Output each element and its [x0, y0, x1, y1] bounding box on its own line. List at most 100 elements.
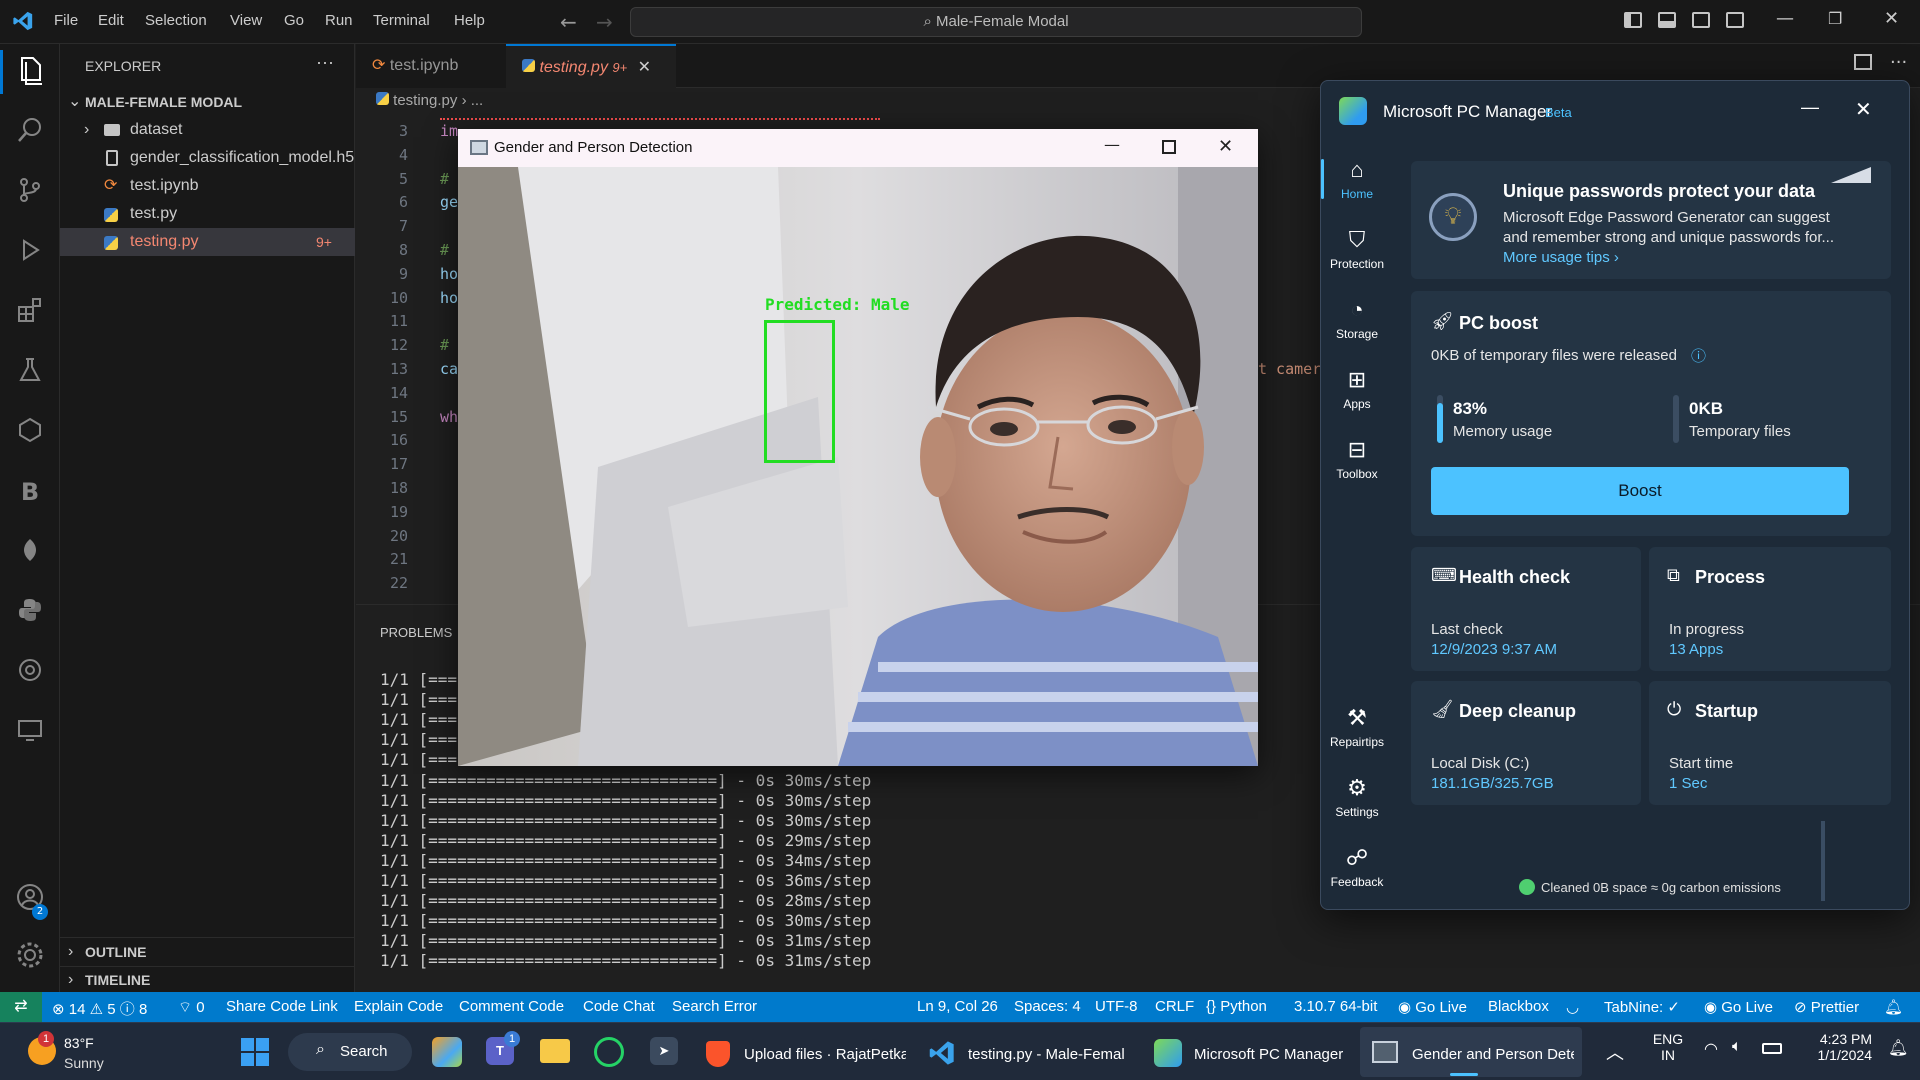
breadcrumb[interactable]: testing.py › ...	[376, 92, 483, 109]
run-debug-icon[interactable]	[14, 236, 46, 268]
nav-protection[interactable]: ⛉ Protection	[1321, 227, 1393, 271]
tip-link[interactable]: More usage tips ›	[1503, 249, 1619, 266]
start-button[interactable]	[240, 1037, 270, 1067]
tab-test-ipynb[interactable]: ⟳ test.ipynb	[356, 44, 506, 88]
chatgpt-icon[interactable]	[14, 656, 46, 688]
wifi-icon[interactable]: ◠	[1704, 1039, 1718, 1059]
remote-explorer-icon[interactable]	[14, 416, 46, 448]
whatsapp-app-icon[interactable]	[594, 1037, 624, 1067]
comment-code[interactable]: Comment Code	[459, 998, 564, 1015]
workspace-folder[interactable]: ⌄ MALE-FEMALE MODAL	[60, 88, 355, 116]
share-code-link[interactable]: Share Code Link	[226, 998, 338, 1015]
remote-window-icon[interactable]	[14, 716, 46, 748]
copilot-app-icon[interactable]	[432, 1037, 462, 1067]
indentation[interactable]: Spaces: 4	[1014, 998, 1081, 1015]
tree-item-testing-py[interactable]: testing.py 9+	[60, 228, 355, 256]
notifications-bell-icon[interactable]: 🔔︎	[1884, 998, 1903, 1016]
blackbox-status[interactable]: Blackbox	[1488, 998, 1549, 1015]
tree-item-test-py[interactable]: test.py	[60, 200, 355, 228]
remote-indicator[interactable]: ⇄	[0, 992, 42, 1022]
close-icon[interactable]: ✕	[1884, 8, 1899, 29]
vscode-taskbar-item[interactable]: testing.py - Male-Femal	[920, 1027, 1140, 1077]
camera-window[interactable]: Gender and Person Detection — ✕ Predicte…	[458, 129, 1258, 766]
telegram-app-icon[interactable]: ➤	[650, 1037, 678, 1065]
menu-run[interactable]: Run	[325, 12, 353, 29]
notification-bell-icon[interactable]: 🔔︎	[1888, 1038, 1908, 1058]
line-endings[interactable]: CRLF	[1155, 998, 1194, 1015]
tab-close-icon[interactable]: ✕	[638, 59, 651, 76]
health-check-card[interactable]: ⌨ Health check Last check 12/9/2023 9:37…	[1411, 547, 1641, 671]
toggle-panel-icon[interactable]	[1658, 12, 1676, 28]
search-icon[interactable]	[14, 116, 46, 148]
customize-layout-icon[interactable]	[1726, 12, 1744, 28]
prettier-status[interactable]: ⊘ Prettier	[1794, 998, 1859, 1016]
python-icon[interactable]	[14, 596, 46, 628]
command-center[interactable]: ⌕ Male-Female Modal	[630, 7, 1362, 37]
sync-icon[interactable]: ◡	[1566, 998, 1579, 1016]
timeline-section[interactable]: › TIMELINE	[60, 966, 355, 994]
go-live-2[interactable]: ◉ Go Live	[1704, 998, 1773, 1016]
split-editor-icon[interactable]	[1854, 54, 1872, 70]
nav-settings[interactable]: ⚙ Settings	[1321, 775, 1393, 819]
deep-cleanup-card[interactable]: 🧹︎ Deep cleanup Local Disk (C:) 181.1GB/…	[1411, 681, 1641, 805]
tray-chevron-icon[interactable]: ︿	[1606, 1039, 1624, 1065]
startup-card[interactable]: ⏻ Startup Start time 1 Sec	[1649, 681, 1891, 805]
nav-home[interactable]: ⌂ Home	[1321, 157, 1393, 201]
encoding[interactable]: UTF-8	[1095, 998, 1138, 1015]
pc-manager-taskbar-item[interactable]: Microsoft PC Manager	[1146, 1027, 1354, 1077]
camera-window-titlebar[interactable]: Gender and Person Detection — ✕	[458, 129, 1258, 167]
menu-help[interactable]: Help	[454, 12, 485, 29]
problems-status[interactable]: ⊗ 14 ⚠ 5 ⓘ 8	[52, 998, 147, 1019]
settings-gear-icon[interactable]	[14, 940, 46, 972]
nav-repairtips[interactable]: ⚒ Repairtips	[1321, 705, 1393, 749]
back-arrow-icon[interactable]: ←	[560, 10, 577, 34]
tree-item-dataset[interactable]: › dataset	[60, 116, 355, 144]
file-explorer-app-icon[interactable]	[540, 1039, 570, 1063]
boost-button[interactable]: Boost	[1431, 467, 1849, 515]
pc-manager-window[interactable]: Microsoft PC Manager Beta — ✕ ⌂ Home ⛉ Pro…	[1320, 80, 1910, 910]
taskbar-search[interactable]: ⌕ Search	[288, 1033, 412, 1071]
menu-file[interactable]: File	[54, 12, 78, 29]
tabnine-status[interactable]: TabNine: ✓	[1604, 998, 1680, 1016]
menu-go[interactable]: Go	[284, 12, 304, 29]
go-live[interactable]: ◉ Go Live	[1398, 998, 1467, 1016]
language-indicator[interactable]: ENG IN	[1650, 1031, 1686, 1063]
menu-view[interactable]: View	[230, 12, 262, 29]
source-control-icon[interactable]	[14, 176, 46, 208]
weather-widget[interactable]: 1 83°F Sunny	[24, 1031, 144, 1075]
nav-storage[interactable]: ◔ Storage	[1321, 297, 1393, 341]
nav-feedback[interactable]: ☍ Feedback	[1321, 845, 1393, 889]
explain-code[interactable]: Explain Code	[354, 998, 443, 1015]
tab-problems[interactable]: PROBLEMS	[380, 625, 452, 640]
toggle-sidebar-icon[interactable]	[1624, 12, 1642, 28]
leaf-icon[interactable]	[14, 536, 46, 568]
menu-terminal[interactable]: Terminal	[373, 12, 430, 29]
clock[interactable]: 4:23 PM 1/1/2024	[1800, 1031, 1873, 1063]
minimize-icon[interactable]: —	[1801, 97, 1819, 118]
menu-selection[interactable]: Selection	[145, 12, 207, 29]
outline-section[interactable]: › OUTLINE	[60, 938, 355, 966]
explorer-more-button[interactable]: ···	[316, 52, 334, 73]
tab-testing-py[interactable]: testing.py 9+ ✕	[506, 44, 676, 88]
toggle-secondary-sidebar-icon[interactable]	[1692, 12, 1710, 28]
close-icon[interactable]: ✕	[1218, 136, 1233, 157]
explorer-icon[interactable]	[14, 56, 46, 88]
cursor-position[interactable]: Ln 9, Col 26	[917, 998, 998, 1015]
testing-flask-icon[interactable]	[14, 356, 46, 388]
language-mode[interactable]: {} Python	[1206, 998, 1267, 1015]
maximize-icon[interactable]	[1162, 140, 1176, 154]
blackbox-icon[interactable]: B	[14, 476, 46, 508]
forward-arrow-icon[interactable]: →	[596, 10, 613, 34]
editor-more-icon[interactable]: ···	[1890, 52, 1907, 73]
brave-taskbar-item[interactable]: Upload files · RajatPetka	[700, 1027, 910, 1077]
code-chat[interactable]: Code Chat	[583, 998, 655, 1015]
nav-toolbox[interactable]: ⊟ Toolbox	[1321, 437, 1393, 481]
restore-icon[interactable]: ❐	[1828, 9, 1842, 28]
ports-status[interactable]: ⌔ 0	[178, 998, 205, 1017]
interpreter[interactable]: 3.10.7 64-bit	[1294, 998, 1377, 1015]
battery-icon[interactable]	[1762, 1043, 1782, 1054]
camera-taskbar-item[interactable]: Gender and Person Dete	[1360, 1027, 1582, 1077]
nav-apps[interactable]: ⊞ Apps	[1321, 367, 1393, 411]
menu-edit[interactable]: Edit	[98, 12, 124, 29]
tree-item-test-ipynb[interactable]: ⟳ test.ipynb	[60, 172, 355, 200]
